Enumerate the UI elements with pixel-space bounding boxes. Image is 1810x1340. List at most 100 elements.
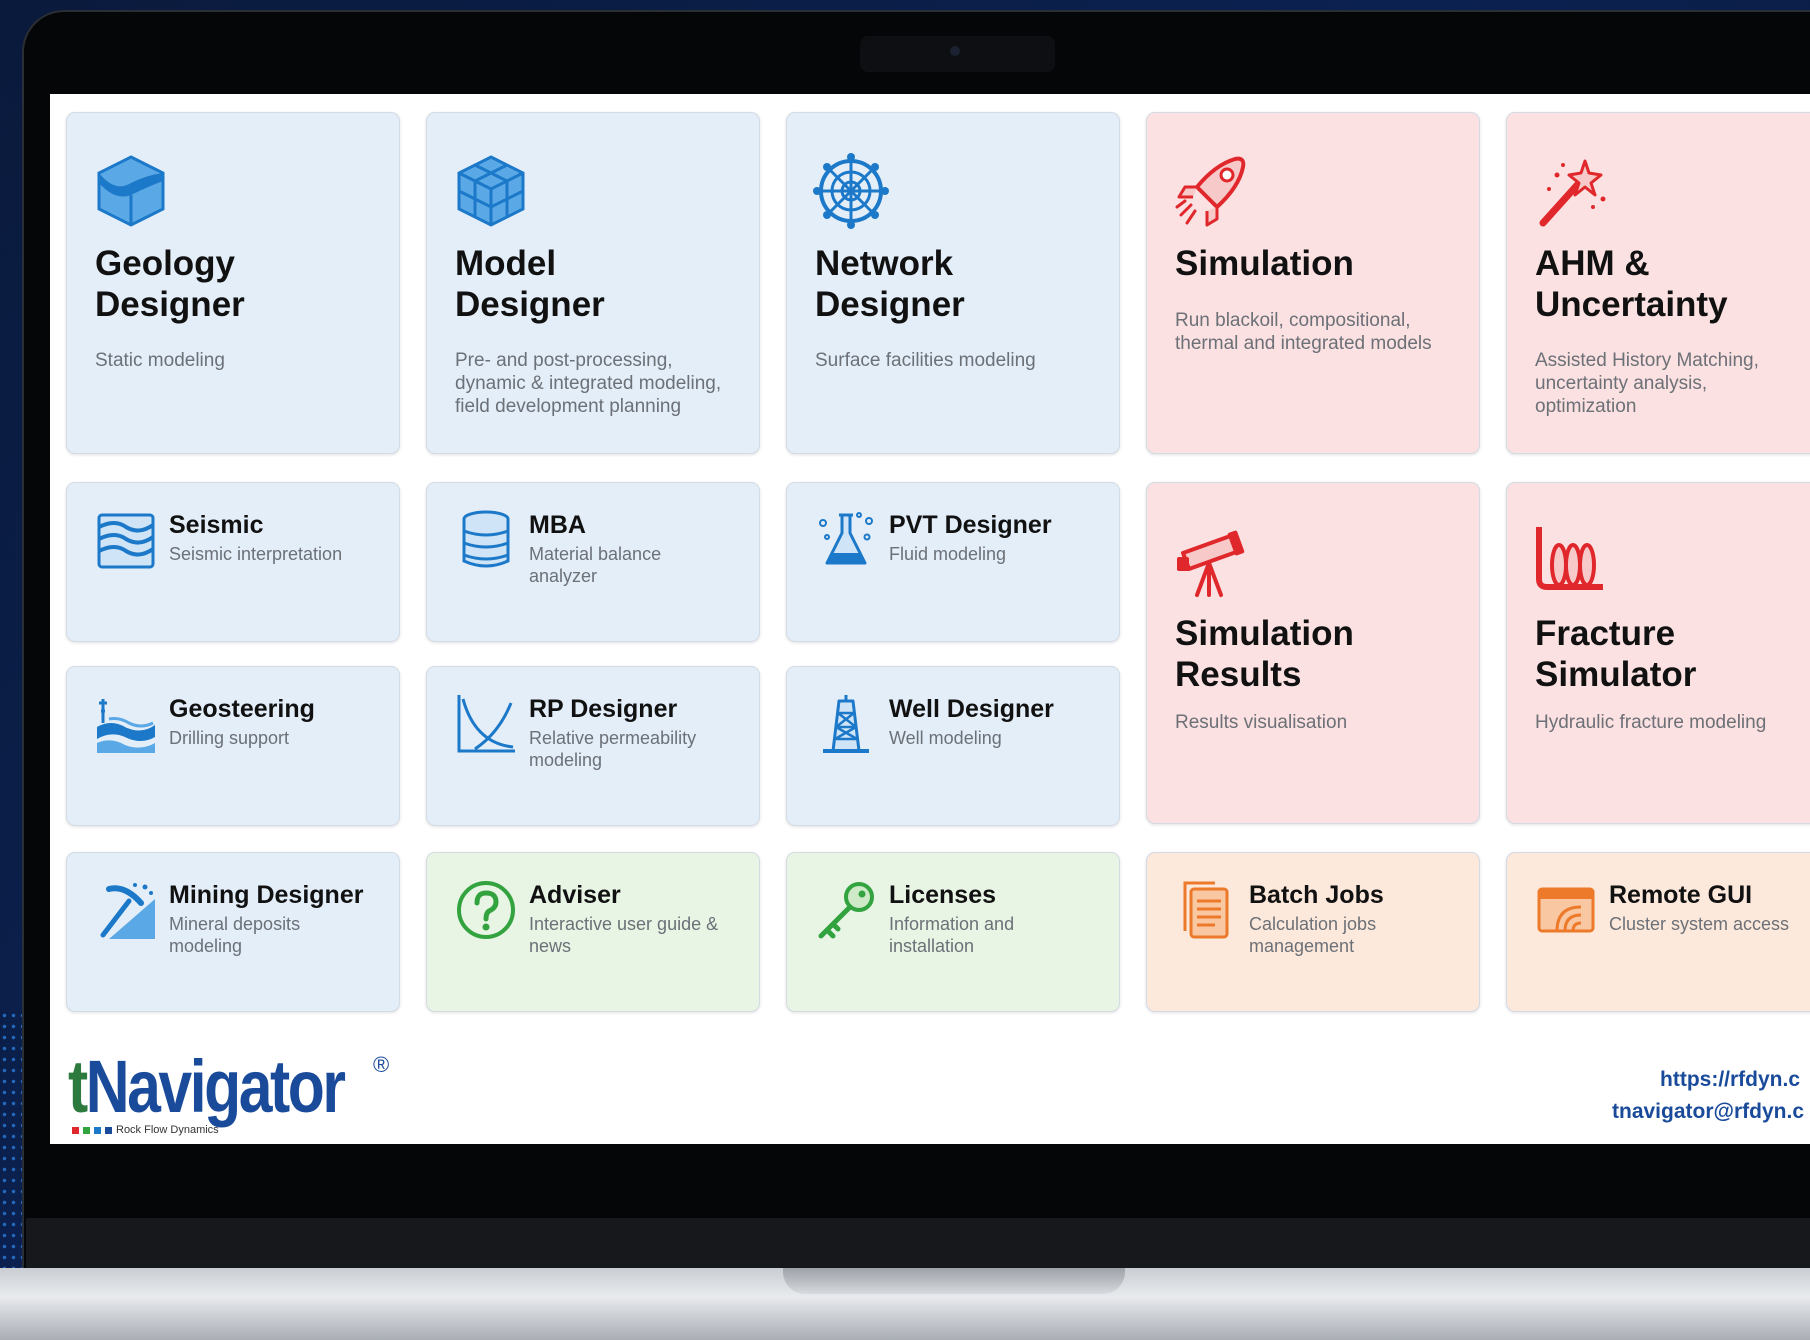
tile-title: Mining Designer	[169, 881, 364, 909]
laptop-chin	[26, 1218, 1810, 1268]
tile-geosteering[interactable]: Geosteering Drilling support	[66, 666, 400, 826]
tile-adviser[interactable]: Adviser Interactive user guide & news	[426, 852, 1079, 1012]
tile-title: Remote GUI	[1609, 881, 1753, 909]
tile-description-line1: Relative permeability	[529, 728, 697, 748]
tile-batch-jobs[interactable]: Batch Jobs Calculation jobs management	[1146, 852, 1480, 1012]
tile-description-line2: modeling	[169, 936, 243, 956]
tile-title: Seismic	[169, 511, 264, 539]
tile-title-line2: Designer	[455, 285, 605, 324]
tile-description-line2: thermal and integrated models	[1175, 333, 1432, 354]
tile-mba[interactable]: MBA Material balance analyzer	[426, 482, 760, 642]
flask-icon	[819, 512, 873, 565]
tile-description-line1: Run blackoil, compositional,	[1175, 310, 1411, 331]
tile-description: Hydraulic fracture modeling	[1535, 712, 1767, 733]
tile-title-line2: Designer	[95, 285, 245, 324]
drilling-rig-icon	[823, 695, 869, 753]
tile-title-line2: Results	[1175, 655, 1302, 694]
tile-description-line2: news	[529, 936, 572, 956]
tile-rp-designer[interactable]: RP Designer Relative permeability modeli…	[426, 666, 760, 826]
tile-simulation-results[interactable]: Simulation Results Results visualisation	[1146, 482, 1480, 824]
tile-well-designer[interactable]: Well Designer Well modeling	[786, 666, 1120, 826]
tile-description-line3: optimization	[1535, 396, 1637, 417]
logo-square-green	[83, 1126, 90, 1134]
tile-description-line2: installation	[889, 936, 975, 956]
logo-square-red	[72, 1126, 79, 1134]
registered-mark: ®	[373, 1052, 390, 1077]
tile-model-designer[interactable]: Model Designer Pre- and post-processing,…	[426, 112, 760, 454]
tile-title-line1: AHM &	[1535, 244, 1650, 283]
network-globe-icon	[813, 153, 889, 229]
database-icon	[462, 510, 510, 568]
tile-mining-designer[interactable]: Mining Designer Mineral deposits modelin…	[66, 852, 400, 1012]
geology-cube-icon	[97, 155, 165, 227]
tile-description-line2: uncertainty analysis,	[1535, 373, 1708, 394]
logo-subtitle: Rock Flow Dynamics	[116, 1124, 219, 1136]
relative-permeability-chart-icon	[457, 695, 515, 753]
tile-description-line1: Material balance	[529, 544, 662, 564]
geosteering-icon	[97, 699, 155, 753]
tile-simulation[interactable]: Simulation Run blackoil, compositional, …	[1146, 112, 1480, 454]
tile-ahm-uncertainty[interactable]: AHM & Uncertainty Assisted History Match…	[1506, 112, 1810, 454]
camera-icon	[950, 46, 960, 56]
magic-wand-icon	[1539, 159, 1606, 227]
tile-pvt-designer[interactable]: PVT Designer Fluid modeling	[786, 482, 1120, 642]
tile-seismic[interactable]: Seismic Seismic interpretation	[66, 482, 400, 642]
tile-description-line2: management	[1249, 936, 1355, 956]
fracture-icon	[1536, 527, 1603, 590]
tile-title-line2: Designer	[815, 285, 965, 324]
launcher-screen: Geology Designer Static modeling Model D…	[50, 94, 1810, 1144]
tile-title-line1: Simulation	[1175, 614, 1354, 653]
key-icon	[818, 882, 874, 939]
website-link[interactable]: https://rfdyn.c	[1660, 1068, 1800, 1092]
tile-title-line2: Uncertainty	[1535, 285, 1728, 324]
tnavigator-logo: tNavigator ® Rock Flow Dynamics	[68, 1044, 404, 1136]
tile-licenses[interactable]: Licenses Information and installation	[786, 852, 1120, 1012]
logo-name: Navigator	[85, 1045, 346, 1128]
tile-description-line2: dynamic & integrated modeling,	[455, 373, 722, 394]
tile-description-line1: Mineral deposits	[169, 914, 301, 934]
tile-description: Surface facilities modeling	[815, 350, 1036, 371]
tile-description-line1: Calculation jobs	[1249, 914, 1377, 934]
tile-description-line1: Assisted History Matching,	[1535, 350, 1759, 371]
tile-title-line2: Simulator	[1535, 655, 1697, 694]
tile-title: Geosteering	[169, 695, 315, 723]
tile-title: Adviser	[529, 881, 621, 909]
tile-title: Simulation	[1175, 244, 1354, 283]
tile-title: MBA	[529, 511, 586, 539]
tile-network-designer[interactable]: Network Designer Surface facilities mode…	[786, 112, 1120, 454]
tile-title: PVT Designer	[889, 511, 1052, 539]
remote-wifi-icon	[1537, 887, 1595, 933]
logo-t-letter: t	[68, 1045, 88, 1128]
tile-description-line1: Interactive user guide &	[529, 914, 719, 934]
rocket-icon	[1175, 156, 1246, 227]
tile-title: Batch Jobs	[1249, 881, 1384, 909]
tile-description: Results visualisation	[1175, 712, 1348, 733]
logo-square-blue	[94, 1126, 101, 1134]
document-icon	[1183, 881, 1229, 939]
tile-title: RP Designer	[529, 695, 678, 723]
tile-fracture-simulator[interactable]: Fracture Simulator Hydraulic fracture mo…	[1506, 482, 1810, 824]
tile-description: Drilling support	[169, 728, 290, 748]
pickaxe-icon	[100, 883, 155, 939]
tile-description-line1: Information and	[889, 914, 1015, 934]
tile-title-line1: Fracture	[1535, 614, 1676, 653]
email-link[interactable]: tnavigator@rfdyn.c	[1612, 1100, 1804, 1124]
tile-title-line1: Network	[815, 244, 954, 283]
tile-title-line1: Geology	[95, 244, 236, 283]
seismic-layers-icon	[97, 513, 155, 569]
tile-description-line1: Pre- and post-processing,	[455, 350, 673, 371]
tile-description: Cluster system access	[1609, 914, 1790, 934]
tile-description: Well modeling	[889, 728, 1002, 748]
tile-description-line3: field development planning	[455, 396, 682, 417]
tile-description: Seismic interpretation	[169, 544, 343, 564]
tile-geology-designer[interactable]: Geology Designer Static modeling	[66, 112, 400, 454]
logo-square-navy	[105, 1126, 112, 1134]
laptop-opening-notch	[783, 1268, 1125, 1294]
tile-description: Fluid modeling	[889, 544, 1007, 564]
tile-remote-gui[interactable]: Remote GUI Cluster system access	[1506, 852, 1810, 1012]
tile-description-line2: modeling	[529, 750, 603, 770]
tile-description: Static modeling	[95, 350, 225, 371]
tile-description-line2: analyzer	[529, 566, 598, 586]
model-cube-icon	[457, 155, 525, 227]
tile-title-line1: Model	[455, 244, 557, 283]
